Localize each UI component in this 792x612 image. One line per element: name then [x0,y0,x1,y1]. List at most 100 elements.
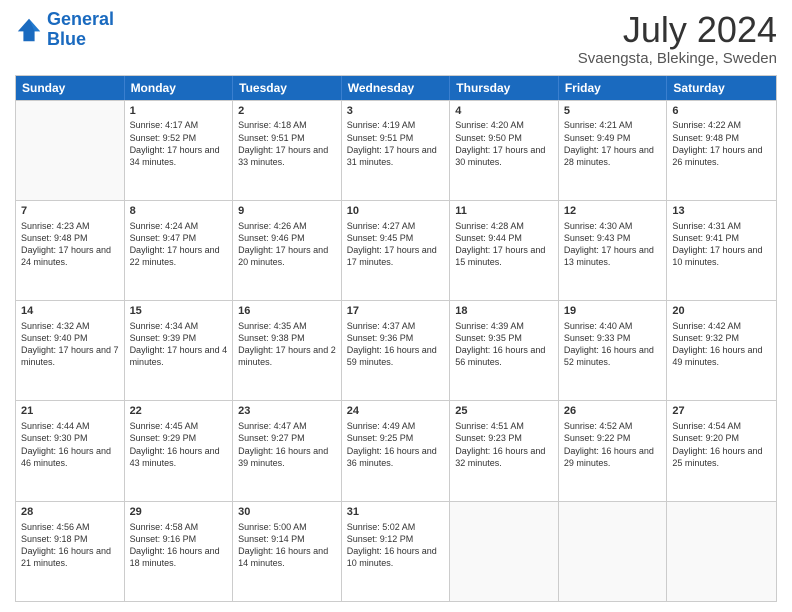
cal-cell-4-6 [667,502,776,601]
day-number: 25 [455,404,553,419]
cal-cell-2-3: 17Sunrise: 4:37 AMSunset: 9:36 PMDayligh… [342,301,451,400]
cal-header-monday: Monday [125,76,234,100]
cal-header-sunday: Sunday [16,76,125,100]
cal-row-0: 1Sunrise: 4:17 AMSunset: 9:52 PMDaylight… [16,100,776,200]
cal-cell-2-4: 18Sunrise: 4:39 AMSunset: 9:35 PMDayligh… [450,301,559,400]
cal-cell-1-0: 7Sunrise: 4:23 AMSunset: 9:48 PMDaylight… [16,201,125,300]
day-number: 2 [238,104,336,119]
day-number: 16 [238,304,336,319]
logo-text: General Blue [47,10,114,50]
day-info: Sunrise: 4:28 AMSunset: 9:44 PMDaylight:… [455,220,553,269]
cal-cell-2-2: 16Sunrise: 4:35 AMSunset: 9:38 PMDayligh… [233,301,342,400]
cal-header-wednesday: Wednesday [342,76,451,100]
day-number: 27 [672,404,771,419]
day-number: 21 [21,404,119,419]
day-number: 23 [238,404,336,419]
cal-cell-0-5: 5Sunrise: 4:21 AMSunset: 9:49 PMDaylight… [559,101,668,200]
day-number: 24 [347,404,445,419]
day-number: 17 [347,304,445,319]
day-info: Sunrise: 4:56 AMSunset: 9:18 PMDaylight:… [21,521,119,570]
cal-cell-4-1: 29Sunrise: 4:58 AMSunset: 9:16 PMDayligh… [125,502,234,601]
cal-cell-1-5: 12Sunrise: 4:30 AMSunset: 9:43 PMDayligh… [559,201,668,300]
header: General Blue July 2024 Svaengsta, Blekin… [15,10,777,67]
cal-cell-0-1: 1Sunrise: 4:17 AMSunset: 9:52 PMDaylight… [125,101,234,200]
calendar-header-row: SundayMondayTuesdayWednesdayThursdayFrid… [16,76,776,100]
day-info: Sunrise: 4:26 AMSunset: 9:46 PMDaylight:… [238,220,336,269]
cal-cell-2-6: 20Sunrise: 4:42 AMSunset: 9:32 PMDayligh… [667,301,776,400]
day-number: 7 [21,204,119,219]
day-number: 26 [564,404,662,419]
cal-cell-1-3: 10Sunrise: 4:27 AMSunset: 9:45 PMDayligh… [342,201,451,300]
day-number: 31 [347,505,445,520]
day-info: Sunrise: 4:37 AMSunset: 9:36 PMDaylight:… [347,320,445,369]
day-info: Sunrise: 5:00 AMSunset: 9:14 PMDaylight:… [238,521,336,570]
location: Svaengsta, Blekinge, Sweden [578,50,777,67]
day-number: 30 [238,505,336,520]
cal-cell-2-0: 14Sunrise: 4:32 AMSunset: 9:40 PMDayligh… [16,301,125,400]
day-number: 6 [672,104,771,119]
month-year: July 2024 [578,10,777,50]
cal-cell-2-5: 19Sunrise: 4:40 AMSunset: 9:33 PMDayligh… [559,301,668,400]
day-info: Sunrise: 4:21 AMSunset: 9:49 PMDaylight:… [564,119,662,168]
cal-cell-2-1: 15Sunrise: 4:34 AMSunset: 9:39 PMDayligh… [125,301,234,400]
cal-header-saturday: Saturday [667,76,776,100]
day-info: Sunrise: 4:34 AMSunset: 9:39 PMDaylight:… [130,320,228,369]
day-number: 14 [21,304,119,319]
cal-row-3: 21Sunrise: 4:44 AMSunset: 9:30 PMDayligh… [16,400,776,500]
cal-cell-4-3: 31Sunrise: 5:02 AMSunset: 9:12 PMDayligh… [342,502,451,601]
logo-blue: Blue [47,29,86,49]
day-number: 4 [455,104,553,119]
calendar-body: 1Sunrise: 4:17 AMSunset: 9:52 PMDaylight… [16,100,776,601]
cal-cell-4-5 [559,502,668,601]
day-info: Sunrise: 4:31 AMSunset: 9:41 PMDaylight:… [672,220,771,269]
day-info: Sunrise: 4:20 AMSunset: 9:50 PMDaylight:… [455,119,553,168]
day-number: 22 [130,404,228,419]
cal-cell-3-4: 25Sunrise: 4:51 AMSunset: 9:23 PMDayligh… [450,401,559,500]
day-info: Sunrise: 4:54 AMSunset: 9:20 PMDaylight:… [672,420,771,469]
cal-header-thursday: Thursday [450,76,559,100]
cal-cell-0-2: 2Sunrise: 4:18 AMSunset: 9:51 PMDaylight… [233,101,342,200]
day-number: 15 [130,304,228,319]
day-number: 3 [347,104,445,119]
day-info: Sunrise: 4:35 AMSunset: 9:38 PMDaylight:… [238,320,336,369]
cal-cell-3-1: 22Sunrise: 4:45 AMSunset: 9:29 PMDayligh… [125,401,234,500]
day-info: Sunrise: 5:02 AMSunset: 9:12 PMDaylight:… [347,521,445,570]
cal-cell-3-5: 26Sunrise: 4:52 AMSunset: 9:22 PMDayligh… [559,401,668,500]
day-number: 19 [564,304,662,319]
day-info: Sunrise: 4:22 AMSunset: 9:48 PMDaylight:… [672,119,771,168]
day-info: Sunrise: 4:39 AMSunset: 9:35 PMDaylight:… [455,320,553,369]
calendar: SundayMondayTuesdayWednesdayThursdayFrid… [15,75,777,602]
cal-row-1: 7Sunrise: 4:23 AMSunset: 9:48 PMDaylight… [16,200,776,300]
cal-cell-0-6: 6Sunrise: 4:22 AMSunset: 9:48 PMDaylight… [667,101,776,200]
day-info: Sunrise: 4:44 AMSunset: 9:30 PMDaylight:… [21,420,119,469]
day-number: 5 [564,104,662,119]
page: General Blue July 2024 Svaengsta, Blekin… [0,0,792,612]
day-info: Sunrise: 4:23 AMSunset: 9:48 PMDaylight:… [21,220,119,269]
cal-cell-3-2: 23Sunrise: 4:47 AMSunset: 9:27 PMDayligh… [233,401,342,500]
cal-cell-4-0: 28Sunrise: 4:56 AMSunset: 9:18 PMDayligh… [16,502,125,601]
cal-cell-4-4 [450,502,559,601]
day-info: Sunrise: 4:18 AMSunset: 9:51 PMDaylight:… [238,119,336,168]
cal-header-friday: Friday [559,76,668,100]
cal-header-tuesday: Tuesday [233,76,342,100]
cal-cell-0-3: 3Sunrise: 4:19 AMSunset: 9:51 PMDaylight… [342,101,451,200]
title-block: July 2024 Svaengsta, Blekinge, Sweden [578,10,777,67]
day-number: 12 [564,204,662,219]
cal-cell-4-2: 30Sunrise: 5:00 AMSunset: 9:14 PMDayligh… [233,502,342,601]
day-number: 11 [455,204,553,219]
day-info: Sunrise: 4:24 AMSunset: 9:47 PMDaylight:… [130,220,228,269]
cal-cell-0-4: 4Sunrise: 4:20 AMSunset: 9:50 PMDaylight… [450,101,559,200]
cal-cell-1-4: 11Sunrise: 4:28 AMSunset: 9:44 PMDayligh… [450,201,559,300]
logo-general: General [47,9,114,29]
cal-row-2: 14Sunrise: 4:32 AMSunset: 9:40 PMDayligh… [16,300,776,400]
logo-icon [15,16,43,44]
day-info: Sunrise: 4:51 AMSunset: 9:23 PMDaylight:… [455,420,553,469]
day-info: Sunrise: 4:40 AMSunset: 9:33 PMDaylight:… [564,320,662,369]
day-info: Sunrise: 4:30 AMSunset: 9:43 PMDaylight:… [564,220,662,269]
day-number: 13 [672,204,771,219]
day-info: Sunrise: 4:19 AMSunset: 9:51 PMDaylight:… [347,119,445,168]
cal-cell-3-6: 27Sunrise: 4:54 AMSunset: 9:20 PMDayligh… [667,401,776,500]
day-info: Sunrise: 4:52 AMSunset: 9:22 PMDaylight:… [564,420,662,469]
day-number: 18 [455,304,553,319]
day-number: 28 [21,505,119,520]
